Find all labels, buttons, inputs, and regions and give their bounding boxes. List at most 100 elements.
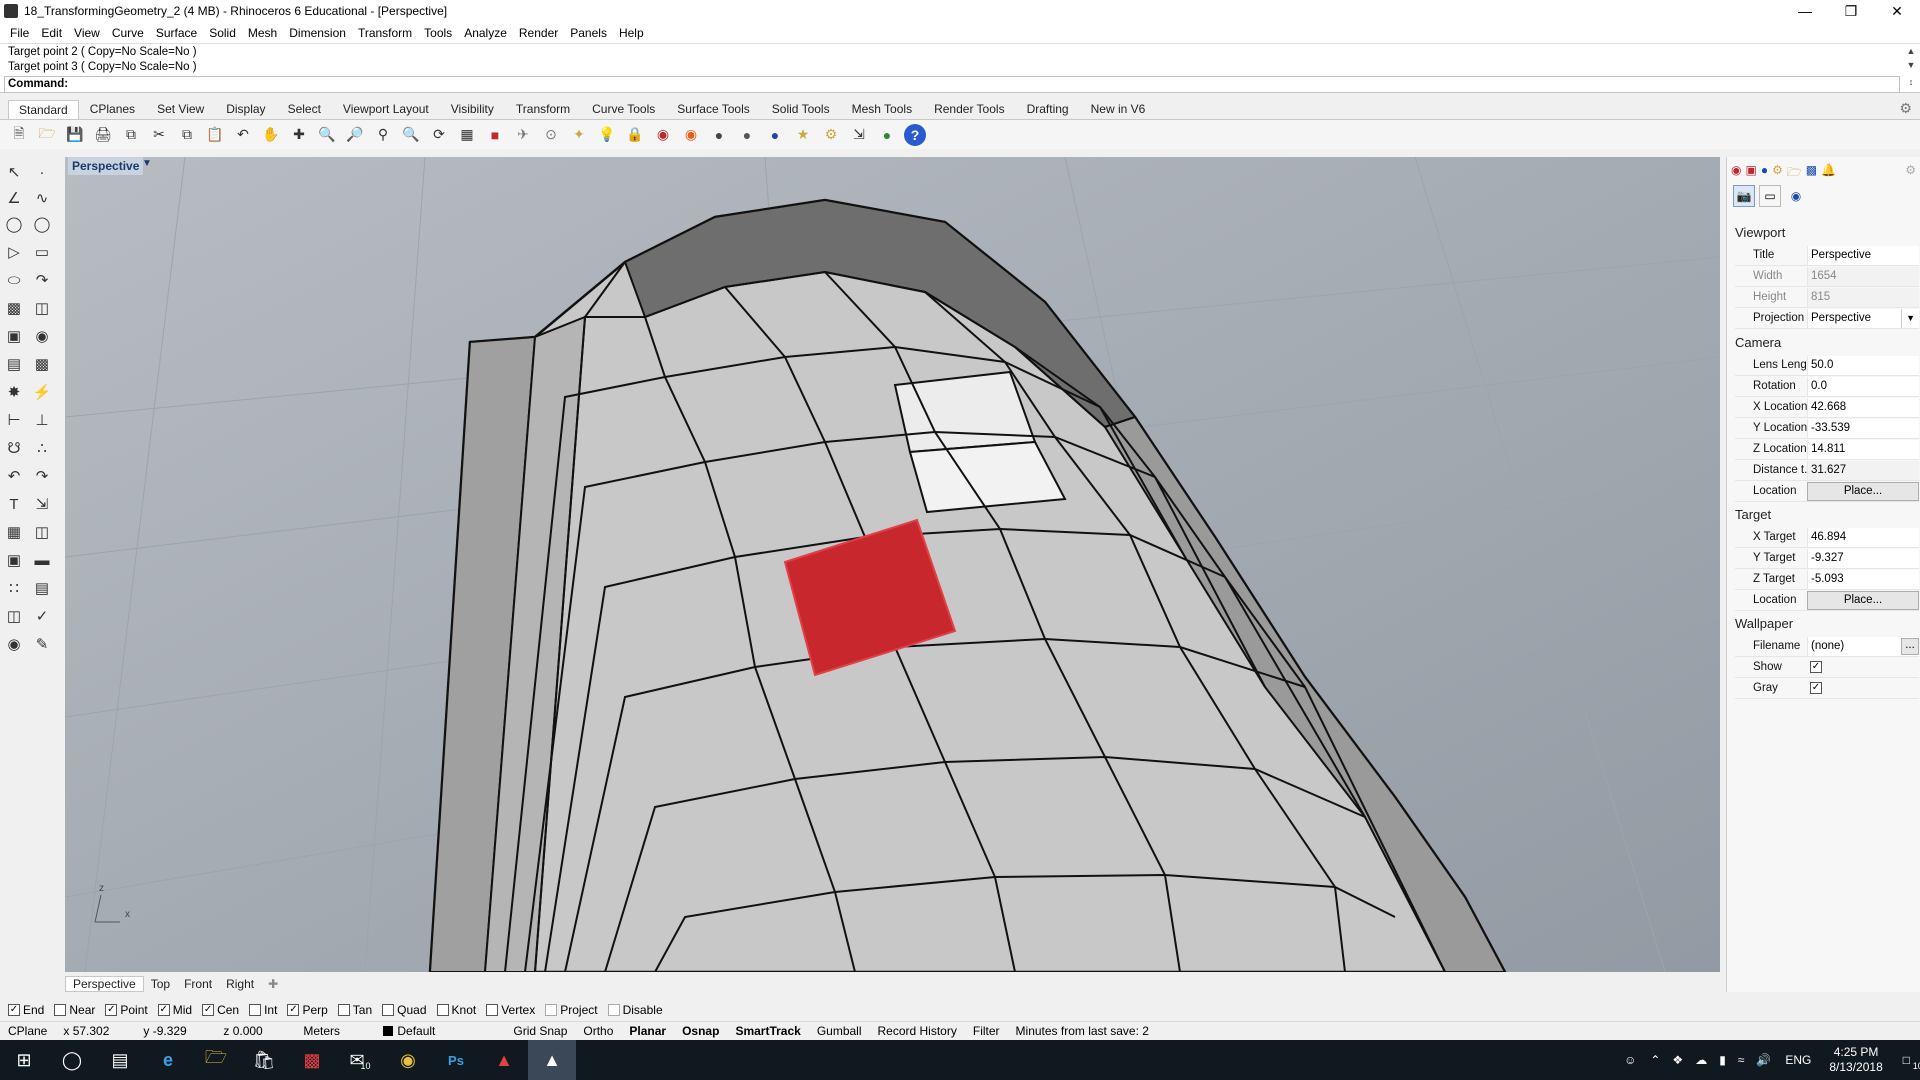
browse-button[interactable]: ... [1901, 637, 1919, 655]
surface-tools-icon[interactable]: ◫ [31, 297, 53, 319]
gray-checkbox-checked-icon[interactable]: ✓ [1810, 682, 1822, 694]
filename-field[interactable]: (none)... [1807, 636, 1919, 656]
menu-tools[interactable]: Tools [418, 26, 458, 40]
fillet-icon[interactable]: ↶ [3, 465, 25, 487]
x-location-value[interactable]: 42.668 [1807, 397, 1919, 417]
tab-surface-tools[interactable]: Surface Tools [666, 99, 761, 119]
help-icon[interactable]: ? [904, 123, 926, 146]
scroll-down-icon[interactable]: ▼ [1904, 60, 1918, 74]
status-units[interactable]: Meters [295, 1024, 375, 1038]
vp-tab-front[interactable]: Front [177, 977, 219, 991]
projection-select[interactable]: Perspective ▼ [1807, 308, 1919, 328]
material-sphere-icon[interactable]: ● [764, 124, 786, 146]
menu-render[interactable]: Render [513, 26, 564, 40]
status-osnap[interactable]: Osnap [674, 1024, 727, 1038]
mesh-icon[interactable]: ▤ [3, 353, 25, 375]
status-cplane[interactable]: CPlane [0, 1024, 55, 1038]
globe-icon[interactable]: ● [876, 124, 898, 146]
edge-browser-icon[interactable]: e [144, 1040, 192, 1080]
gear-icon[interactable]: ⚙ [1899, 100, 1912, 117]
zoom-selected-icon[interactable]: 🔍 [400, 124, 422, 146]
rhino-taskbar-icon[interactable]: ▲ [528, 1040, 576, 1080]
osnap-vertex[interactable]: Vertex [486, 1003, 535, 1017]
checkbox-icon[interactable] [545, 1004, 558, 1016]
menu-panels[interactable]: Panels [564, 26, 613, 40]
rectangle-icon[interactable]: ▭ [31, 241, 53, 263]
z-target-value[interactable]: -5.093 [1807, 569, 1919, 589]
open-folder-icon[interactable]: 🗁 [36, 124, 58, 146]
points-icon[interactable]: ✦ [568, 124, 590, 146]
chrome-icon[interactable]: ◉ [384, 1040, 432, 1080]
people-icon[interactable]: ☺ [1616, 1053, 1644, 1067]
perspective-viewport[interactable]: x z [65, 157, 1720, 972]
zoom-window-icon[interactable]: 🔎 [344, 124, 366, 146]
history-icon[interactable]: ▤ [31, 577, 53, 599]
undo-icon[interactable]: ↶ [232, 124, 254, 146]
add-viewport-icon[interactable]: ✚ [261, 977, 285, 991]
menu-curve[interactable]: Curve [106, 26, 150, 40]
menu-transform[interactable]: Transform [352, 26, 418, 40]
print-icon[interactable]: 🖨 [92, 124, 114, 146]
osnap-project[interactable]: Project [545, 1003, 598, 1017]
ruler-icon[interactable]: ▬ [31, 549, 53, 571]
arc-icon[interactable]: ◯ [31, 213, 53, 235]
scroll-spin-icon[interactable]: ↕ [1904, 77, 1918, 91]
volume-icon[interactable]: 🔊 [1750, 1053, 1777, 1067]
dimension-tool-icon[interactable]: ⊢ [3, 409, 25, 431]
circle-icon[interactable]: ◯ [3, 213, 25, 235]
checkbox-checked-icon[interactable]: ✓ [202, 1004, 215, 1016]
save-icon[interactable]: 💾 [64, 124, 86, 146]
libraries-tab-icon[interactable]: 🗁 [1787, 163, 1802, 184]
photoshop-icon[interactable]: Ps [432, 1040, 480, 1080]
box-solid-icon[interactable]: ▣ [3, 325, 25, 347]
layers-tab-icon[interactable]: ▣ [1745, 163, 1756, 184]
drafting-icon[interactable]: ⊥ [31, 409, 53, 431]
prop-title-value[interactable]: Perspective [1807, 245, 1919, 265]
tab-set-view[interactable]: Set View [146, 99, 215, 119]
point-icon[interactable]: · [31, 161, 53, 183]
color-wheel-icon[interactable]: ◉ [680, 124, 702, 146]
array-icon[interactable]: ∷ [3, 577, 25, 599]
tab-transform[interactable]: Transform [505, 99, 581, 119]
export-icon[interactable]: ⧉ [120, 124, 142, 146]
chevron-down-icon[interactable]: ▼ [1901, 308, 1919, 328]
dropbox-icon[interactable]: ❖ [1666, 1053, 1689, 1067]
surface-icon[interactable]: ▩ [3, 297, 25, 319]
acrobat-icon[interactable]: ▲ [480, 1040, 528, 1080]
properties-tab-icon[interactable]: ◉ [1731, 163, 1741, 184]
vp-tab-top[interactable]: Top [144, 977, 177, 991]
menu-surface[interactable]: Surface [150, 26, 203, 40]
tab-new-in-v6[interactable]: New in V6 [1080, 99, 1157, 119]
zoom-icon[interactable]: 🔍 [316, 124, 338, 146]
block-icon[interactable]: ▣ [3, 549, 25, 571]
tab-standard[interactable]: Standard [8, 100, 79, 119]
dimension-icon[interactable]: ⇲ [848, 124, 870, 146]
render-icon[interactable]: ⚡ [31, 381, 53, 403]
tab-select[interactable]: Select [277, 99, 332, 119]
viewport-title[interactable]: Perspective [68, 157, 144, 175]
cplane-icon[interactable]: ⊙ [540, 124, 562, 146]
menu-analyze[interactable]: Analyze [458, 26, 513, 40]
car-icon[interactable]: ■ [484, 124, 506, 146]
y-location-value[interactable]: -33.539 [1807, 418, 1919, 438]
windows-start-icon[interactable]: ⊞ [0, 1040, 48, 1080]
osnap-point[interactable]: ✓ Point [105, 1003, 148, 1017]
camera-place-button[interactable]: Place... [1807, 481, 1919, 501]
paste-icon[interactable]: 📋 [204, 124, 226, 146]
status-filter[interactable]: Filter [965, 1024, 1008, 1038]
gift-app-icon[interactable]: ▩ [288, 1040, 336, 1080]
notifications-icon[interactable]: □10 [1893, 1053, 1920, 1071]
tab-mesh-tools[interactable]: Mesh Tools [841, 99, 923, 119]
scroll-up-icon[interactable]: ▲ [1904, 46, 1918, 60]
analyze-icon[interactable]: ◫ [3, 605, 25, 627]
panel-gear-icon[interactable]: ⚙ [1905, 163, 1916, 177]
offset-icon[interactable]: ↷ [31, 465, 53, 487]
display-tab-icon[interactable]: ● [1761, 163, 1768, 184]
four-viewports-icon[interactable]: ▦ [456, 124, 478, 146]
language-indicator[interactable]: ENG [1777, 1053, 1819, 1067]
osnap-near[interactable]: Near [54, 1003, 95, 1017]
copy-icon[interactable]: ⧉ [176, 124, 198, 146]
store-icon[interactable]: 🛍 [240, 1040, 288, 1080]
checkbox-checked-icon[interactable]: ✓ [105, 1004, 118, 1016]
mirror-icon[interactable]: ◫ [31, 521, 53, 543]
